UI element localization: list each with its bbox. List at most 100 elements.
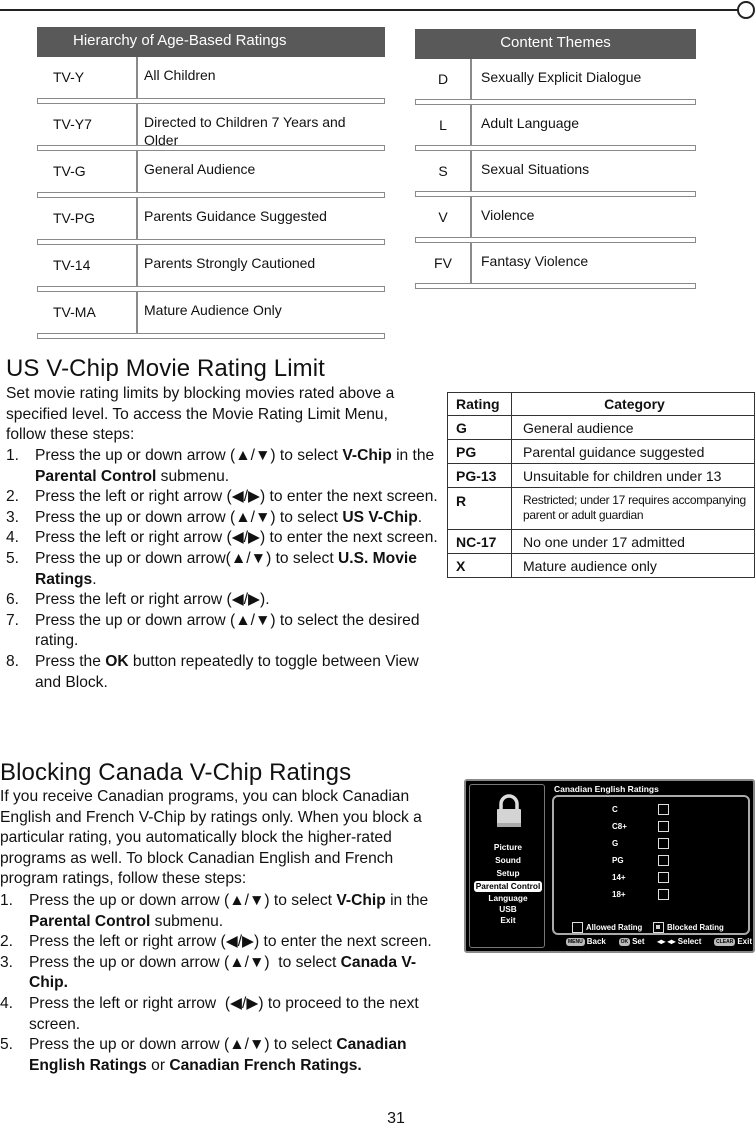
step-text: Press the left or right arrow (◀/▶) to p… [29, 994, 419, 1033]
step-text: Press the OK button repeatedly to toggle… [35, 652, 419, 691]
movie-rating-code: G [447, 415, 512, 440]
tv-menu-item-label: Language [488, 893, 528, 903]
tv-menu-item-label: Sound [495, 855, 521, 865]
hint-select: ◂▸ ◂▸ Select [657, 937, 701, 946]
movie-rating-category: Mature audience only [511, 553, 755, 578]
step-number: 1. [0, 892, 14, 909]
step-number: 3. [6, 508, 20, 526]
movie-table-header-category: Category [511, 392, 755, 416]
tv-menu-item: USB [470, 904, 546, 915]
movie-rating-table: Rating Category G General audience PG Paren… [447, 392, 755, 578]
page-number: 31 [387, 1110, 405, 1127]
rating-code: L [439, 117, 447, 133]
tv-menu-screenshot: Picture Sound Setup Parental Control Languag… [464, 779, 755, 953]
step-number: 2. [6, 488, 20, 506]
movie-rating-code: PG [447, 439, 512, 464]
hint-select-label: Select [677, 937, 702, 946]
rating-checkbox[interactable] [658, 821, 669, 832]
rating-row: FV Fantasy Violence [415, 243, 696, 283]
rating-code: S [438, 163, 448, 179]
age-table-body: TV-Y All Children TV-Y7 Directed to Childre… [37, 57, 385, 339]
hint-exit-label: Exit [737, 937, 752, 946]
hint-set-label: Set [632, 937, 645, 946]
step-item: 2. Press the left or right arrow (◀/▶) to… [6, 487, 444, 508]
hint-back-label: Back [586, 937, 606, 946]
tv-menu-item: Parental Control [470, 880, 546, 893]
clear-key-icon: CLEAR [714, 937, 736, 946]
rating-description: Violence [481, 207, 535, 223]
step-number: 5. [0, 1036, 14, 1054]
rating-checkbox[interactable] [658, 838, 669, 849]
movie-rating-category: Parental guidance suggested [511, 439, 755, 464]
movie-table-header-rating: Rating [447, 392, 512, 416]
row-separator [37, 333, 385, 339]
tv-rating-label: C8+ [612, 822, 627, 831]
movie-rating-row: PG-13 Unsuitable for children under 13 [447, 463, 755, 488]
step-text: Press the up or down arrow (▲/▼) to sele… [29, 953, 417, 992]
movie-rating-row: PG Parental guidance suggested [447, 439, 755, 464]
tv-rating-label: PG [612, 856, 624, 865]
step-item: 5. Press the up or down arrow(▲/▼) to sel… [6, 549, 444, 590]
lock-icon [497, 794, 521, 827]
hint-set: OK Set [618, 937, 645, 946]
step-text: Press the left or right arrow (◀/▶) to e… [35, 488, 438, 506]
rating-row: TV-G General Audience [37, 151, 385, 192]
tv-menu-item: Sound [470, 854, 546, 867]
age-table-title: Hierarchy of Age-Based Ratings [37, 27, 385, 57]
step-item: 7. Press the up or down arrow (▲/▼) to se… [6, 611, 444, 652]
step-item: 1. Press the up or down arrow (▲/▼) to se… [0, 891, 440, 932]
rating-description: Sexual Situations [481, 161, 590, 177]
rating-description: Fantasy Violence [481, 253, 589, 269]
rating-description: Parents Strongly Cautioned [144, 255, 316, 271]
rating-checkbox[interactable] [658, 889, 669, 900]
us-section-heading: US V-Chip Movie Rating Limit [6, 355, 325, 382]
movie-rating-code: NC-17 [447, 529, 512, 554]
rating-row: TV-PG Parents Guidance Suggested [37, 198, 385, 239]
tv-menu-item-label: Setup [496, 868, 520, 878]
ok-key-icon: OK [618, 937, 631, 946]
tv-menu-item-label: Exit [500, 915, 516, 925]
step-number: 4. [6, 529, 20, 547]
rating-code: TV-Y7 [53, 116, 92, 132]
tv-side-menu: Picture Sound Setup Parental Control Languag… [469, 784, 545, 948]
column-divider [136, 57, 138, 98]
tv-ratings-panel: Allowed Rating Blocked Rating C C8+ G PG 14+… [552, 795, 750, 935]
theme-table-body: D Sexually Explicit Dialogue L Adult Langua… [415, 59, 696, 289]
rating-row: V Violence [415, 197, 696, 237]
step-item: 8. Press the OK button repeatedly to togg… [6, 652, 444, 693]
step-text: Press the left or right arrow (◀/▶). [35, 591, 270, 609]
menu-key-icon: MENU [566, 937, 585, 946]
rating-description: Parents Guidance Suggested [144, 208, 327, 224]
us-section-intro: Set movie rating limits by blocking movi… [6, 385, 395, 444]
tv-footer-hints: MENU Back OK Set ◂▸ ◂▸ Select CLEAR Exit [566, 937, 752, 946]
step-text: Press the left or right arrow (◀/▶) to e… [35, 529, 438, 547]
rating-description: All Children [144, 67, 216, 83]
movie-rating-code: PG-13 [447, 463, 512, 488]
canada-section-intro: If you receive Canadian programs, you ca… [0, 788, 422, 888]
rating-row: TV-MA Mature Audience Only [37, 292, 385, 333]
step-item: 3. Press the up or down arrow (▲/▼) to se… [6, 508, 444, 529]
top-rule-end-circle [737, 1, 755, 19]
movie-rating-category: No one under 17 admitted [511, 529, 755, 554]
rating-code: V [438, 209, 448, 225]
rating-code: TV-PG [53, 210, 96, 226]
tv-rating-label: G [612, 839, 619, 848]
theme-table-title: Content Themes [415, 29, 696, 59]
step-text: Press the up or down arrow (▲/▼) to sele… [35, 447, 435, 485]
rating-checkbox[interactable] [658, 872, 669, 883]
rating-description: Adult Language [481, 115, 580, 131]
step-item: 6. Press the left or right arrow (◀/▶). [6, 590, 444, 611]
rating-code: TV-MA [53, 304, 96, 320]
column-divider [136, 245, 138, 286]
tv-menu-list: Picture Sound Setup Parental Control Languag… [470, 841, 546, 926]
tv-menu-item-label: USB [499, 904, 517, 914]
rating-description: Mature Audience Only [144, 302, 282, 318]
top-rule [0, 9, 738, 11]
step-text: Press the up or down arrow(▲/▼) to selec… [35, 549, 417, 588]
step-text: Press the left or right arrow (◀/▶) to e… [29, 933, 432, 951]
tv-menu-item-label: Parental Control [473, 881, 543, 892]
step-text: Press the up or down arrow (▲/▼) to sele… [29, 1036, 407, 1074]
row-separator [415, 283, 696, 289]
rating-checkbox[interactable] [658, 855, 669, 866]
rating-checkbox[interactable] [658, 804, 669, 815]
